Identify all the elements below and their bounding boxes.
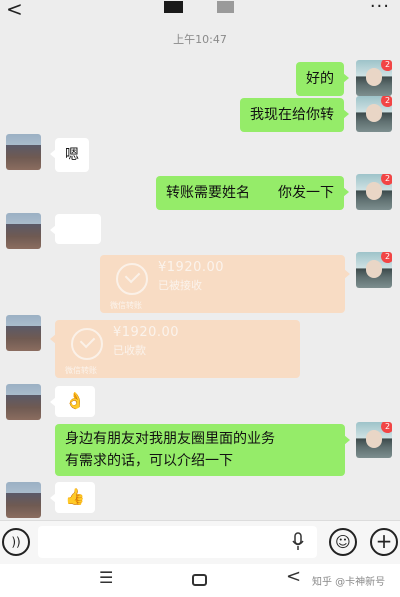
back-icon[interactable]: < [286, 566, 301, 587]
message-bubble-received[interactable]: 👌 [50, 386, 95, 417]
more-dots-icon[interactable]: ··· [370, 0, 390, 17]
message-timestamp: 上午10:47 [173, 33, 227, 46]
transfer-footer: 微信转账 [110, 301, 142, 310]
menu-icon[interactable]: ☰ [99, 568, 113, 587]
message-bubble-received[interactable]: 👍 [50, 482, 95, 513]
smile-icon[interactable]: ☺ [329, 528, 357, 556]
message-line: 有需求的话，可以介绍一下 [65, 453, 233, 469]
avatar-self[interactable]: 2 [356, 174, 392, 210]
avatar-contact[interactable] [6, 213, 41, 249]
transfer-amount: ¥1920.00 [158, 260, 225, 275]
check-circle-icon [116, 263, 148, 295]
voice-icon[interactable]: )) [2, 528, 30, 556]
message-bubble-sent[interactable]: 好的 [296, 62, 349, 96]
avatar-contact[interactable] [6, 134, 41, 170]
transfer-status: 已被接收 [158, 279, 202, 292]
transfer-card-received[interactable]: ¥1920.00 已收款 微信转账 [50, 320, 300, 378]
chat-input-bar: )) ☺ + [0, 520, 400, 564]
transfer-status: 已收款 [113, 344, 146, 357]
system-nav-bar: ☰ < 知乎 @卡神新号 [0, 564, 400, 597]
avatar-contact[interactable] [6, 482, 41, 518]
message-bubble-sent[interactable]: 转账需要姓名 你发一下 [156, 176, 349, 210]
redacted-title-block [164, 1, 183, 13]
message-input[interactable] [38, 526, 317, 558]
redacted-title-block [217, 1, 234, 13]
plus-icon[interactable]: + [370, 528, 398, 556]
avatar-self[interactable]: 2 [356, 96, 392, 132]
unread-badge: 2 [381, 60, 392, 71]
message-bubble-received[interactable]: 嗯 [50, 138, 89, 172]
home-icon[interactable] [192, 574, 207, 586]
avatar-contact[interactable] [6, 384, 41, 420]
transfer-footer: 微信转账 [65, 366, 97, 375]
avatar-self[interactable]: 2 [356, 422, 392, 458]
transfer-amount: ¥1920.00 [113, 325, 180, 340]
thumbs-up-emoji: 👍 [65, 487, 85, 506]
transfer-card-sent[interactable]: ¥1920.00 已被接收 微信转账 [100, 255, 350, 313]
unread-badge: 2 [381, 422, 392, 433]
mic-icon[interactable] [292, 532, 304, 552]
top-bar: < ··· [0, 0, 400, 22]
unread-badge: 2 [381, 252, 392, 263]
avatar-self[interactable]: 2 [356, 252, 392, 288]
ok-hand-emoji: 👌 [65, 391, 85, 410]
avatar-contact[interactable] [6, 315, 41, 351]
unread-badge: 2 [381, 96, 392, 107]
check-circle-icon [71, 328, 103, 360]
watermark: 知乎 @卡神新号 [312, 577, 386, 588]
avatar-self[interactable]: 2 [356, 60, 392, 96]
chevron-left-icon[interactable]: < [6, 0, 23, 20]
message-line: 身边有朋友对我朋友圈里面的业务 [65, 431, 275, 447]
unread-badge: 2 [381, 174, 392, 185]
message-bubble-sent[interactable]: 身边有朋友对我朋友圈里面的业务 有需求的话，可以介绍一下 [55, 424, 350, 476]
message-bubble-sent[interactable]: 我现在给你转 [240, 98, 349, 132]
message-bubble-received[interactable] [50, 214, 101, 244]
